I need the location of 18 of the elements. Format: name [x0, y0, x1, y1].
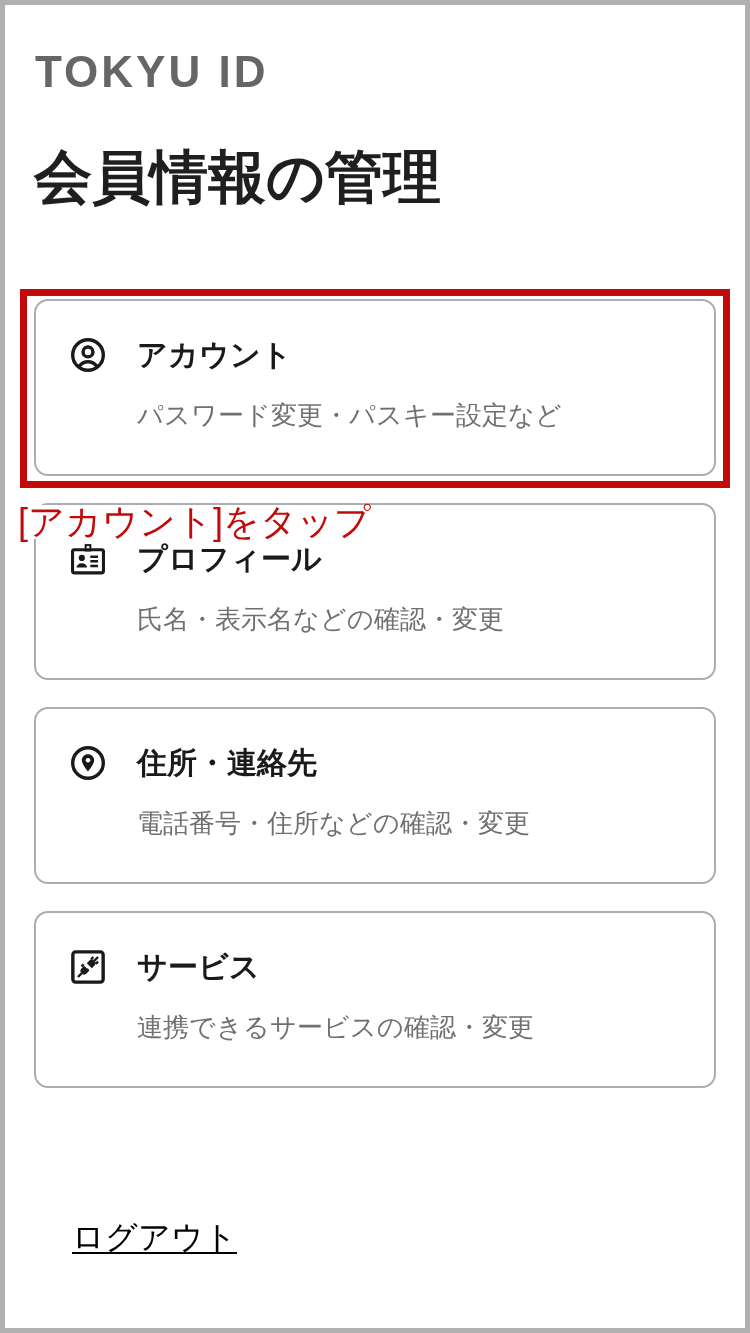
- menu-card[interactable]: サービス 連携できるサービスの確認・変更: [34, 911, 716, 1088]
- plug-icon: [71, 950, 105, 984]
- id-card-icon: [71, 542, 105, 576]
- card-title: アカウント: [137, 337, 292, 373]
- card-title: 住所・連絡先: [137, 745, 317, 781]
- logo-text: TOKYU ID: [35, 50, 269, 94]
- card-description: パスワード変更・パスキー設定など: [137, 399, 562, 432]
- location-pin-icon: [71, 746, 105, 780]
- card-description: 連携できるサービスの確認・変更: [137, 1011, 534, 1044]
- card-description: 氏名・表示名などの確認・変更: [137, 603, 504, 636]
- logout-link[interactable]: ログアウト: [72, 1219, 237, 1255]
- card-title: プロフィール: [137, 542, 322, 577]
- menu-card[interactable]: 住所・連絡先 電話番号・住所などの確認・変更: [34, 707, 716, 884]
- card-title: サービス: [137, 949, 260, 985]
- page-title: 会員情報の管理: [34, 146, 441, 208]
- user-circle-icon: [71, 338, 105, 372]
- menu-card[interactable]: アカウント パスワード変更・パスキー設定など: [34, 299, 716, 476]
- card-description: 電話番号・住所などの確認・変更: [137, 807, 530, 840]
